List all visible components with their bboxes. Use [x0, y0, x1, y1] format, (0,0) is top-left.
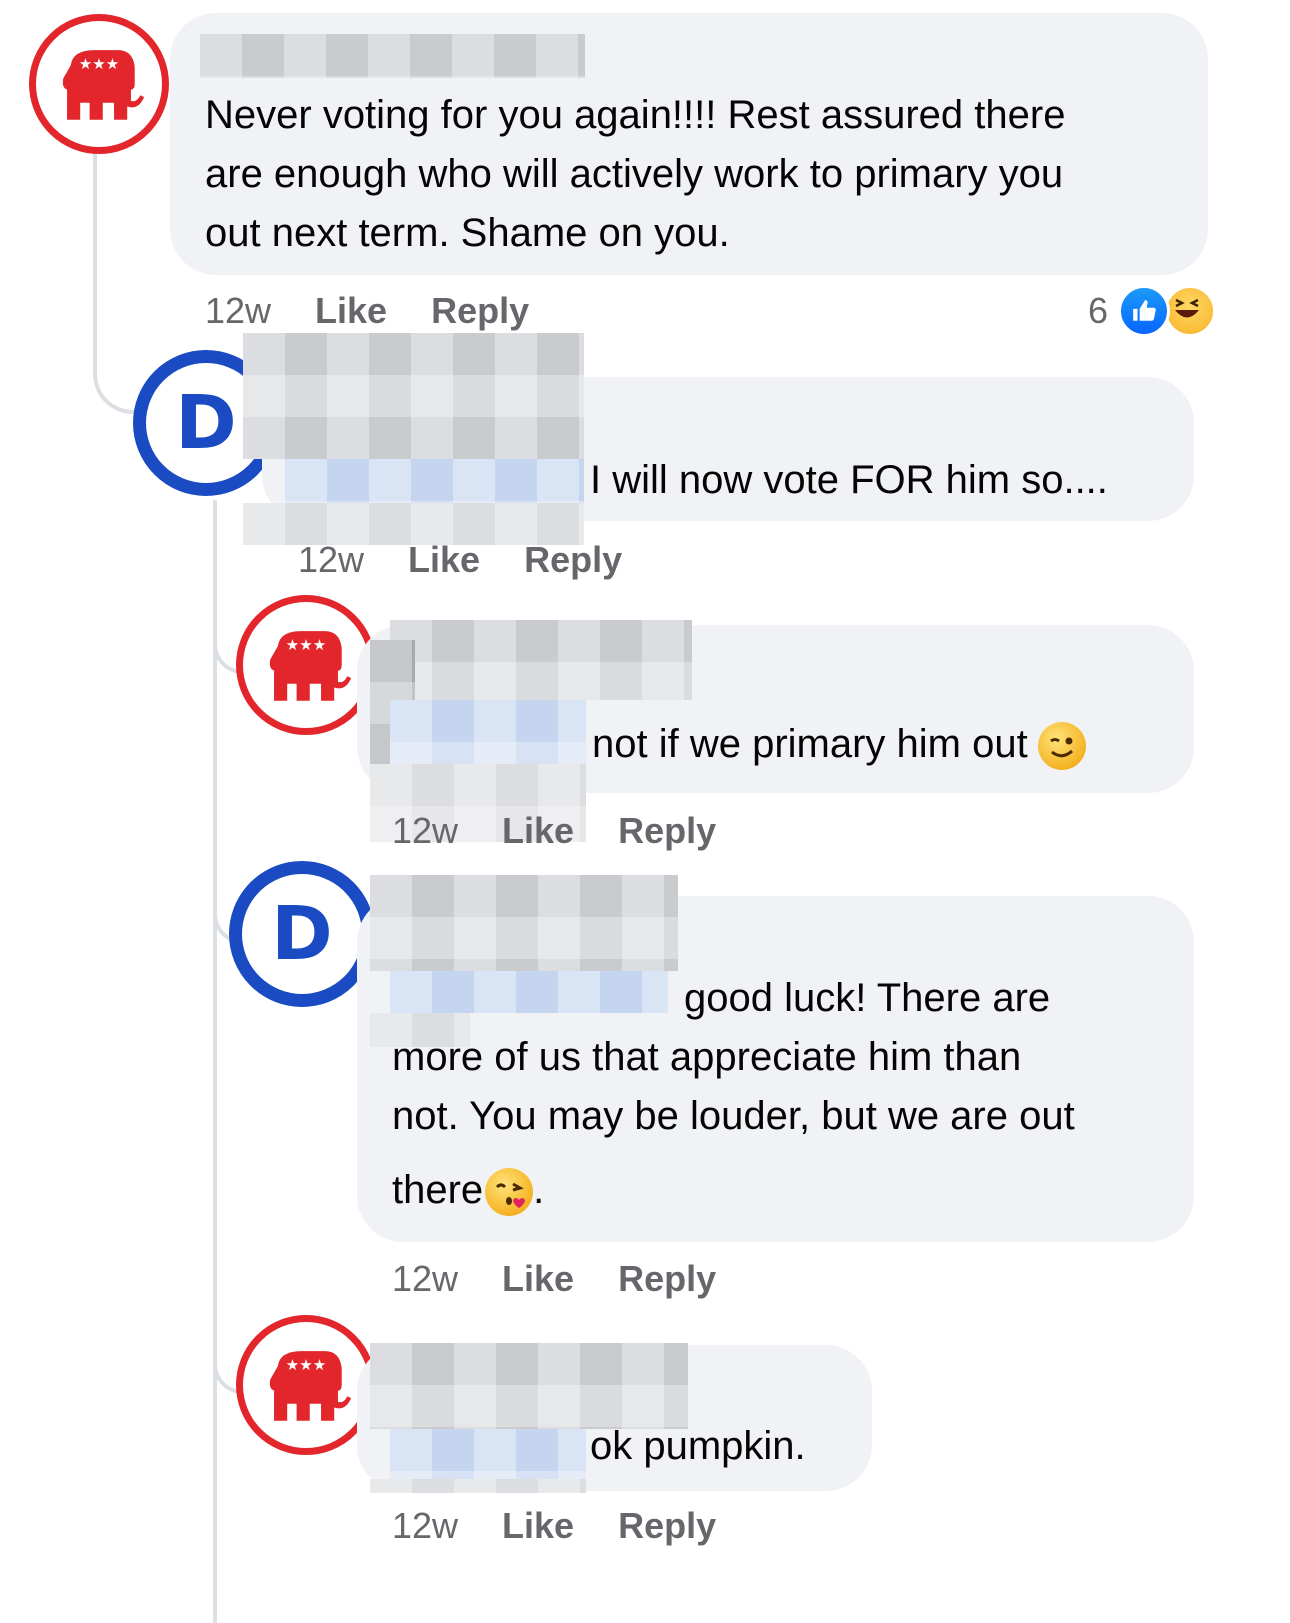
- svg-text:★★★: ★★★: [286, 636, 326, 654]
- avatar[interactable]: ★★★: [236, 1315, 376, 1455]
- like-button[interactable]: Like: [502, 1258, 574, 1299]
- republican-elephant-icon: ★★★: [269, 631, 352, 701]
- comment-actions: 12w Like Reply: [298, 539, 622, 581]
- blurred-author-name: [370, 875, 678, 971]
- thread-line-replies: [213, 500, 221, 1623]
- blurred-mention: [390, 700, 586, 764]
- reaction-summary[interactable]: 6: [1088, 285, 1217, 337]
- comment-text-line: are enough who will actively work to pri…: [205, 152, 1064, 196]
- reply-button[interactable]: Reply: [524, 539, 622, 580]
- comment-text-line: more of us that appreciate him than: [392, 1035, 1022, 1079]
- reaction-count: 6: [1088, 290, 1109, 331]
- comment-actions: 12w Like Reply: [392, 1258, 716, 1300]
- avatar[interactable]: ★★★: [29, 14, 169, 154]
- haha-reaction-icon: [1164, 285, 1217, 337]
- comment-text-line: Never voting for you again!!!! Rest assu…: [205, 93, 1066, 137]
- blurred-author-name: [200, 34, 585, 78]
- like-button[interactable]: Like: [408, 539, 480, 580]
- blurred-author-name: [390, 620, 692, 700]
- comment-text-line: not. You may be louder, but we are out: [392, 1094, 1075, 1138]
- comment-actions: 12w Like Reply: [205, 290, 529, 332]
- blurred-region: [370, 1479, 586, 1493]
- svg-text:★★★: ★★★: [286, 1356, 326, 1374]
- timestamp[interactable]: 12w: [392, 1505, 458, 1546]
- democrat-d-icon: D: [175, 380, 237, 466]
- face-blowing-kiss-emoji: [485, 1168, 534, 1217]
- like-button[interactable]: Like: [315, 290, 387, 331]
- comment-text-tail: .: [533, 1168, 545, 1212]
- reply-button[interactable]: Reply: [618, 1505, 716, 1546]
- comment-actions: 12w Like Reply: [392, 810, 716, 852]
- reply-button[interactable]: Reply: [618, 810, 716, 851]
- thread-line-main: [93, 150, 157, 414]
- svg-text:★★★: ★★★: [79, 55, 119, 73]
- blurred-mention: [390, 1429, 586, 1479]
- comment-text-line: good luck! There are: [684, 976, 1051, 1020]
- comment-text-line: there .: [392, 1160, 544, 1221]
- timestamp[interactable]: 12w: [392, 810, 458, 851]
- comment-text: not if we primary him out: [592, 722, 1028, 766]
- blurred-mention: [390, 971, 668, 1013]
- comment-actions: 12w Like Reply: [392, 1505, 716, 1547]
- reply-button[interactable]: Reply: [618, 1258, 716, 1299]
- comment-text-line: I will now vote FOR him so....: [590, 458, 1108, 502]
- timestamp[interactable]: 12w: [298, 539, 364, 580]
- reply-button[interactable]: Reply: [431, 290, 529, 331]
- timestamp[interactable]: 12w: [392, 1258, 458, 1299]
- like-button[interactable]: Like: [502, 810, 574, 851]
- avatar[interactable]: ★★★: [236, 595, 376, 735]
- comment-text-line: ok pumpkin.: [590, 1424, 806, 1468]
- avatar[interactable]: D: [229, 861, 375, 1007]
- democrat-d-icon: D: [271, 891, 333, 977]
- comment-text-line: out next term. Shame on you.: [205, 211, 730, 255]
- blurred-mention: [285, 459, 584, 503]
- winking-face-emoji: [1037, 722, 1086, 771]
- timestamp[interactable]: 12w: [205, 290, 271, 331]
- republican-elephant-icon: ★★★: [62, 50, 145, 120]
- comment-text-line: not if we primary him out: [592, 714, 1086, 775]
- blurred-author-name: [243, 333, 584, 459]
- like-reaction-icon: [1118, 285, 1171, 337]
- republican-elephant-icon: ★★★: [269, 1351, 352, 1421]
- comment-text: there: [392, 1168, 484, 1212]
- like-button[interactable]: Like: [502, 1505, 574, 1546]
